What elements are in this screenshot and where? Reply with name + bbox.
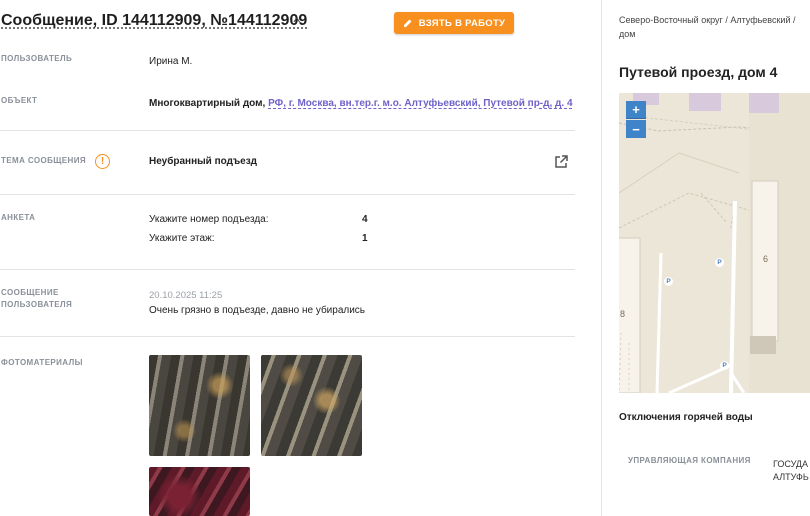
zoom-in-button[interactable]: + — [626, 101, 646, 119]
chevron-up-icon[interactable]: ^ — [293, 15, 300, 29]
take-to-work-label: ВЗЯТЬ В РАБОТУ — [418, 17, 506, 29]
breadcrumb: Северо-Восточный округ / Алтуфьевский / … — [619, 13, 810, 41]
object-address-link[interactable]: РФ, г. Москва, вн.тер.г. м.о. Алтуфьевск… — [268, 98, 572, 109]
divider — [0, 336, 575, 337]
message-label-line-2: ПОЛЬЗОВАТЕЛЯ — [1, 300, 73, 309]
location-sidebar: Северо-Восточный округ / Алтуфьевский / … — [602, 0, 810, 516]
management-company-line-2: АЛТУФЬ — [773, 472, 809, 482]
map-canvas — [619, 93, 810, 393]
parking-icon: P — [720, 361, 729, 370]
breadcrumb-line-1[interactable]: Северо-Восточный округ / Алтуфьевский / — [619, 13, 810, 27]
topic-value: Неубранный подъезд — [149, 156, 258, 167]
breadcrumb-line-2[interactable]: дом — [619, 27, 810, 41]
divider — [0, 130, 575, 131]
take-to-work-button[interactable]: ВЗЯТЬ В РАБОТУ — [394, 12, 514, 34]
pencil-icon — [403, 19, 412, 27]
object-type: Многоквартирный дом, — [149, 98, 266, 109]
divider — [0, 269, 575, 270]
photo-thumbnail[interactable] — [261, 355, 362, 456]
page-title: Сообщение, ID 144112909, №144112909 — [1, 12, 308, 29]
object-value: Многоквартирный дом, РФ, г. Москва, вн.т… — [149, 98, 573, 109]
photos-label: ФОТОМАТЕРИАЛЫ — [1, 358, 83, 367]
survey-label: АНКЕТА — [1, 213, 36, 222]
external-link-icon[interactable] — [553, 154, 569, 170]
management-company-value: ГОСУДА АЛТУФЬ — [773, 458, 809, 484]
hot-water-outages-heading: Отключения горячей воды — [619, 412, 753, 423]
object-label: ОБЪЕКТ — [1, 96, 38, 105]
message-date: 20.10.2025 11:25 — [149, 290, 223, 301]
parking-icon: P — [664, 277, 673, 286]
building-number: 6 — [763, 254, 769, 264]
message-text: Очень грязно в подъезде, давно не убирал… — [149, 305, 366, 316]
topic-label: ТЕМА СООБЩЕНИЯ — [1, 156, 87, 165]
management-company-label: УПРАВЛЯЮЩАЯ КОМПАНИЯ — [628, 456, 751, 465]
message-details: Сообщение, ID 144112909, №144112909 ^ ВЗ… — [0, 0, 600, 516]
map-title: Путевой проезд, дом 4 — [619, 64, 778, 80]
building-number: 8 — [620, 309, 626, 319]
page: Сообщение, ID 144112909, №144112909 ^ ВЗ… — [0, 0, 810, 516]
warning-icon[interactable]: ! — [95, 154, 110, 169]
survey-question-2: Укажите этаж: — [149, 233, 215, 244]
photo-thumbnail[interactable] — [149, 355, 250, 456]
user-label: ПОЛЬЗОВАТЕЛЬ — [1, 54, 73, 63]
map[interactable]: + − P P P 6 8 — [619, 93, 810, 393]
parking-icon: P — [715, 258, 724, 267]
message-label: СООБЩЕНИЕ ПОЛЬЗОВАТЕЛЯ — [1, 287, 72, 311]
survey-answer-1: 4 — [362, 214, 368, 225]
zoom-out-button[interactable]: − — [626, 120, 646, 138]
user-value: Ирина М. — [149, 56, 193, 67]
divider — [0, 194, 575, 195]
survey-answer-2: 1 — [362, 233, 368, 244]
photo-thumbnail[interactable] — [149, 467, 250, 516]
survey-question-1: Укажите номер подъезда: — [149, 214, 269, 225]
message-label-line-1: СООБЩЕНИЕ — [1, 288, 59, 297]
management-company-line-1: ГОСУДА — [773, 459, 808, 469]
